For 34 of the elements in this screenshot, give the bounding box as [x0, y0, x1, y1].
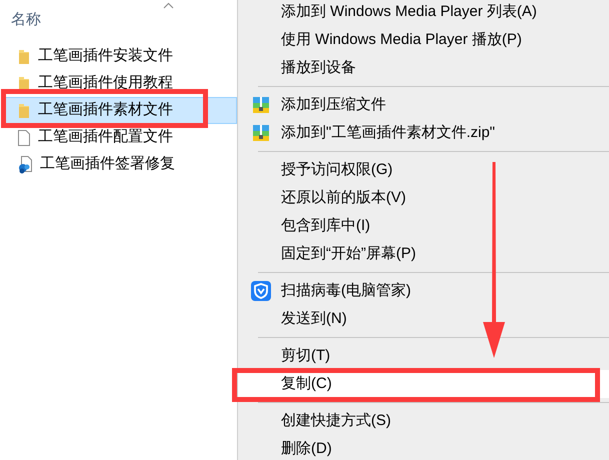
file-name: 工笔画插件使用教程: [38, 73, 173, 94]
archive-icon: [252, 97, 268, 113]
folder-icon: [18, 76, 30, 92]
folder-icon: [18, 102, 30, 118]
menu-item[interactable]: 扫描病毒(电脑管家): [238, 277, 609, 305]
file-name: 工笔画插件素材文件: [38, 100, 173, 120]
file-row[interactable]: 工笔画插件使用教程: [0, 70, 237, 97]
column-header[interactable]: 名称: [11, 9, 41, 32]
shield-icon: [250, 281, 270, 301]
menu-item[interactable]: 添加到压缩文件: [238, 91, 609, 119]
menu-item[interactable]: 授予访问权限(G): [238, 156, 609, 184]
document-icon: [18, 130, 30, 146]
menu-item[interactable]: 创建快捷方式(S): [238, 407, 609, 435]
menu-item[interactable]: 删除(D): [238, 435, 609, 460]
menu-item[interactable]: 添加到"工笔画插件素材文件.zip": [238, 119, 609, 147]
file-row[interactable]: 工笔画插件安装文件: [0, 43, 237, 70]
menu-item[interactable]: 剪切(T): [238, 342, 609, 370]
menu-item[interactable]: 使用 Windows Media Player 播放(P): [238, 26, 609, 54]
menu-item[interactable]: 播放到设备: [238, 54, 609, 82]
file-row[interactable]: 工笔画插件签署修复: [0, 151, 237, 178]
file-name: 工笔画插件安装文件: [38, 46, 173, 66]
menu-item[interactable]: 固定到“开始”屏幕(P): [238, 240, 609, 268]
file-row[interactable]: 工笔画插件配置文件: [0, 124, 237, 151]
file-row[interactable]: 工笔画插件素材文件: [4, 97, 237, 124]
file-name: 工笔画插件配置文件: [38, 127, 173, 148]
menu-item[interactable]: 包含到库中(I): [238, 212, 609, 240]
menu-item[interactable]: 发送到(N): [238, 305, 609, 333]
folder-icon: [18, 48, 30, 64]
menu-item[interactable]: 还原以前的版本(V): [238, 184, 609, 212]
archive-icon: [252, 125, 268, 141]
menu-item[interactable]: 添加到 Windows Media Player 列表(A): [238, 0, 609, 26]
file-name: 工笔画插件签署修复: [40, 154, 175, 174]
sort-caret-icon: [163, 2, 174, 9]
installer-icon: [18, 156, 32, 174]
